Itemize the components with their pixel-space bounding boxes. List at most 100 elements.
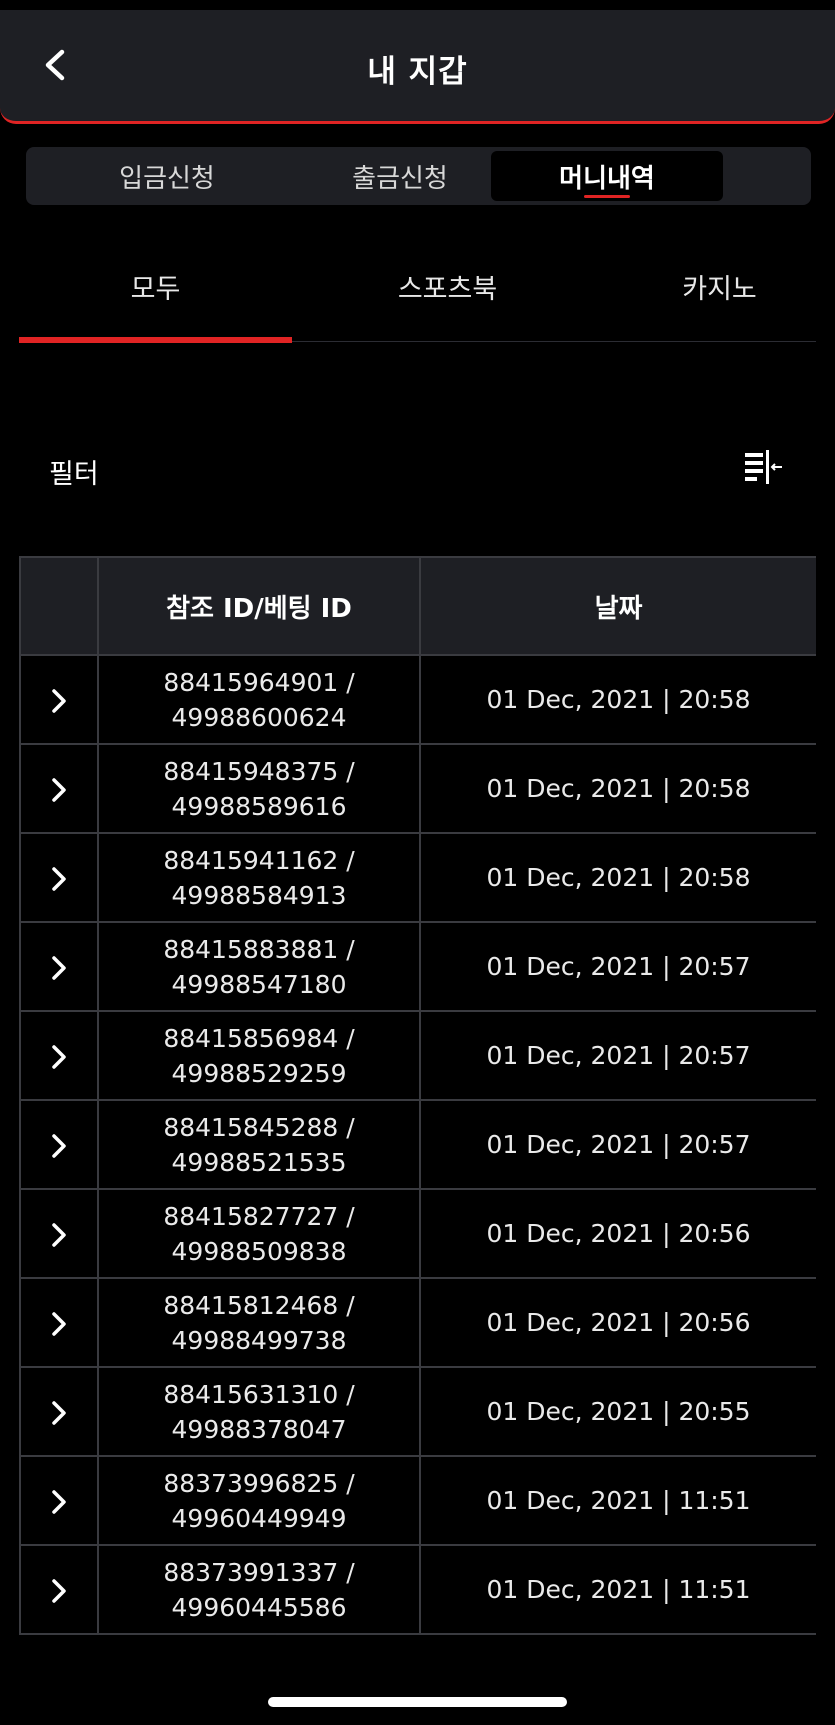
header-expand	[19, 556, 99, 656]
chevron-right-icon[interactable]	[50, 1132, 68, 1160]
expand-cell[interactable]	[19, 743, 99, 834]
bet-id: 49988584913	[171, 880, 347, 910]
chevron-right-icon[interactable]	[50, 865, 68, 893]
bet-id: 49988499738	[171, 1325, 347, 1355]
page-title: 내 지갑	[367, 54, 468, 90]
expand-cell[interactable]	[19, 1188, 99, 1279]
chevron-right-icon[interactable]	[50, 1043, 68, 1071]
chevron-right-icon[interactable]	[50, 954, 68, 982]
bet-id: 49988600624	[171, 702, 347, 732]
header-reference-id: 참조 ID/베팅 ID	[97, 556, 421, 656]
reference-id-cell: 88415883881 / 49988547180	[97, 921, 421, 1012]
tab-casino[interactable]: 카지노	[583, 245, 835, 341]
expand-cell[interactable]	[19, 1099, 99, 1190]
segment-money-history[interactable]: 머니내역	[491, 151, 723, 201]
expand-cell[interactable]	[19, 654, 99, 745]
date-cell: 01 Dec, 2021 | 20:58	[419, 654, 816, 745]
bet-id: 49988509838	[171, 1236, 347, 1266]
date-cell: 01 Dec, 2021 | 20:57	[419, 921, 816, 1012]
reference-id-cell: 88373996825 / 49960449949	[97, 1455, 421, 1546]
chevron-right-icon[interactable]	[50, 1488, 68, 1516]
expand-cell[interactable]	[19, 1544, 99, 1635]
reference-id-cell: 88415631310 / 49988378047	[97, 1366, 421, 1457]
chevron-right-icon[interactable]	[50, 776, 68, 804]
reference-id: 88415941162 /	[163, 845, 355, 875]
date-cell: 01 Dec, 2021 | 20:55	[419, 1366, 816, 1457]
reference-id-cell: 88373991337 / 49960445586	[97, 1544, 421, 1635]
segment-money-history-label: 머니내역	[559, 163, 655, 194]
reference-id: 88415964901 /	[163, 667, 355, 697]
date-cell: 01 Dec, 2021 | 20:57	[419, 1010, 816, 1101]
app-header: 내 지갑	[0, 10, 835, 124]
reference-id-cell: 88415941162 / 49988584913	[97, 832, 421, 923]
table-row[interactable]: 88415941162 / 49988584913 01 Dec, 2021 | 2…	[19, 832, 816, 923]
expand-cell[interactable]	[19, 1010, 99, 1101]
table-row[interactable]: 88415948375 / 49988589616 01 Dec, 2021 | 2…	[19, 743, 816, 834]
filter-collapse-icon	[745, 450, 782, 484]
table-row[interactable]: 88415812468 / 49988499738 01 Dec, 2021 | 2…	[19, 1277, 816, 1368]
reference-id-cell: 88415964901 / 49988600624	[97, 654, 421, 745]
date-cell: 01 Dec, 2021 | 20:58	[419, 832, 816, 923]
reference-id: 88373996825 /	[163, 1468, 355, 1498]
chevron-right-icon[interactable]	[50, 1577, 68, 1605]
header-date: 날짜	[419, 556, 816, 656]
filter-button[interactable]	[738, 444, 790, 492]
bet-id: 49960449949	[171, 1503, 347, 1533]
bet-id: 49988589616	[171, 791, 347, 821]
table-header-row: 참조 ID/베팅 ID 날짜	[19, 556, 816, 656]
reference-id: 88415845288 /	[163, 1112, 355, 1142]
reference-id-cell: 88415827727 / 49988509838	[97, 1188, 421, 1279]
expand-cell[interactable]	[19, 832, 99, 923]
active-segment-indicator	[584, 195, 630, 198]
bet-id: 49988521535	[171, 1147, 347, 1177]
transactions-table-container: 참조 ID/베팅 ID 날짜 88415964901 / 49988600624 0…	[19, 556, 816, 1639]
bet-id: 49988378047	[171, 1414, 347, 1444]
reference-id: 88415827727 /	[163, 1201, 355, 1231]
bet-id: 49988529259	[171, 1058, 347, 1088]
transactions-table: 참조 ID/베팅 ID 날짜 88415964901 / 49988600624 0…	[19, 556, 816, 1635]
table-row[interactable]: 88415827727 / 49988509838 01 Dec, 2021 | 2…	[19, 1188, 816, 1279]
table-row[interactable]: 88373991337 / 49960445586 01 Dec, 2021 | 1…	[19, 1544, 816, 1635]
segment-deposit[interactable]: 입금신청	[51, 151, 283, 201]
reference-id-cell: 88415856984 / 49988529259	[97, 1010, 421, 1101]
reference-id-cell: 88415948375 / 49988589616	[97, 743, 421, 834]
reference-id: 88415812468 /	[163, 1290, 355, 1320]
table-row[interactable]: 88415845288 / 49988521535 01 Dec, 2021 | 2…	[19, 1099, 816, 1190]
chevron-right-icon[interactable]	[50, 1399, 68, 1427]
date-cell: 01 Dec, 2021 | 20:56	[419, 1277, 816, 1368]
table-row[interactable]: 88373996825 / 49960449949 01 Dec, 2021 | 1…	[19, 1455, 816, 1546]
date-cell: 01 Dec, 2021 | 11:51	[419, 1455, 816, 1546]
reference-id: 88415883881 /	[163, 934, 355, 964]
table-row[interactable]: 88415964901 / 49988600624 01 Dec, 2021 | 2…	[19, 654, 816, 745]
tab-sportsbook[interactable]: 스포츠북	[311, 245, 584, 341]
bet-id: 49988547180	[171, 969, 347, 999]
reference-id-cell: 88415812468 / 49988499738	[97, 1277, 421, 1368]
table-row[interactable]: 88415883881 / 49988547180 01 Dec, 2021 | 2…	[19, 921, 816, 1012]
wallet-segment-control: 입금신청 출금신청 머니내역	[26, 147, 811, 205]
date-cell: 01 Dec, 2021 | 20:56	[419, 1188, 816, 1279]
date-cell: 01 Dec, 2021 | 11:51	[419, 1544, 816, 1635]
expand-cell[interactable]	[19, 1277, 99, 1368]
table-row[interactable]: 88415856984 / 49988529259 01 Dec, 2021 | 2…	[19, 1010, 816, 1101]
category-tabs: 모두 스포츠북 카지노	[19, 245, 816, 343]
reference-id: 88415948375 /	[163, 756, 355, 786]
tab-all[interactable]: 모두	[19, 245, 292, 343]
reference-id: 88373991337 /	[163, 1557, 355, 1587]
filter-label: 필터	[49, 459, 99, 490]
expand-cell[interactable]	[19, 1366, 99, 1457]
reference-id: 88415631310 /	[163, 1379, 355, 1409]
table-body: 88415964901 / 49988600624 01 Dec, 2021 | 2…	[19, 654, 816, 1635]
home-indicator[interactable]	[268, 1697, 567, 1707]
chevron-right-icon[interactable]	[50, 687, 68, 715]
segment-withdraw[interactable]: 출금신청	[284, 151, 516, 201]
reference-id: 88415856984 /	[163, 1023, 355, 1053]
date-cell: 01 Dec, 2021 | 20:58	[419, 743, 816, 834]
chevron-right-icon[interactable]	[50, 1310, 68, 1338]
bet-id: 49960445586	[171, 1592, 347, 1622]
reference-id-cell: 88415845288 / 49988521535	[97, 1099, 421, 1190]
expand-cell[interactable]	[19, 1455, 99, 1546]
date-cell: 01 Dec, 2021 | 20:57	[419, 1099, 816, 1190]
expand-cell[interactable]	[19, 921, 99, 1012]
table-row[interactable]: 88415631310 / 49988378047 01 Dec, 2021 | 2…	[19, 1366, 816, 1457]
chevron-right-icon[interactable]	[50, 1221, 68, 1249]
